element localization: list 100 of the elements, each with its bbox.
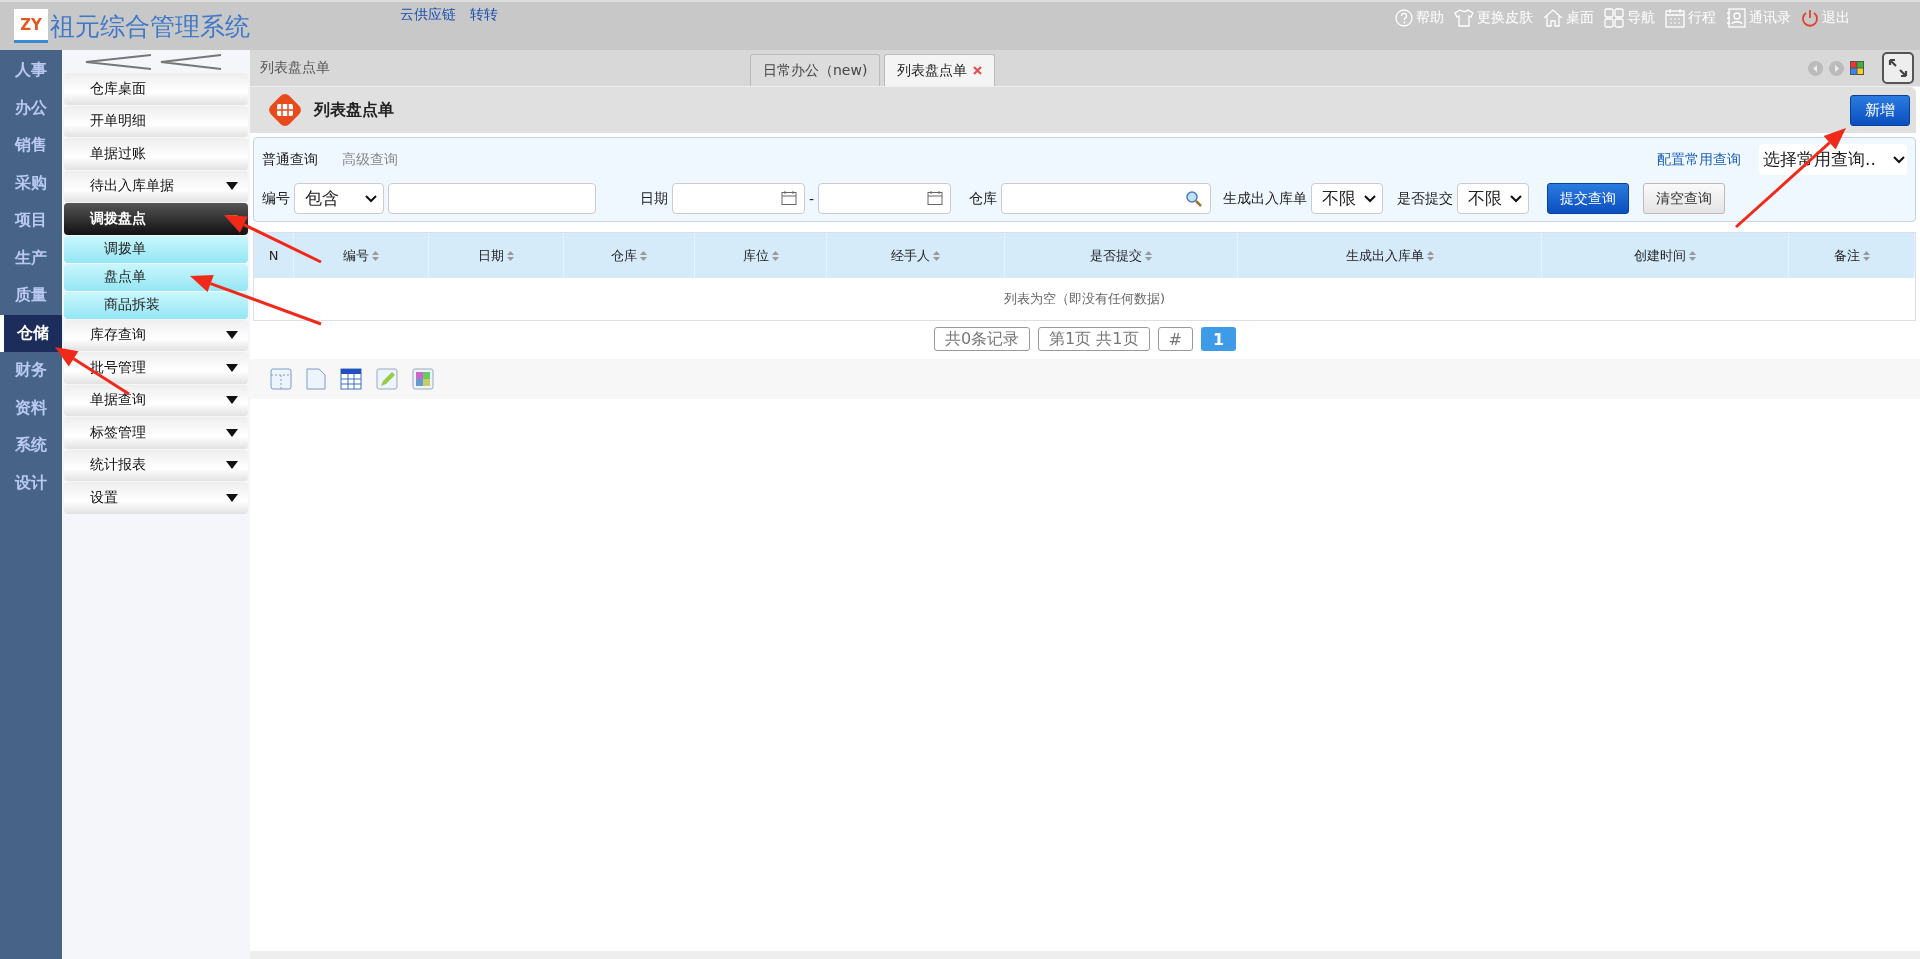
- table-icon[interactable]: [340, 368, 362, 390]
- module-tab[interactable]: 办公: [0, 89, 62, 127]
- sort-icon: [771, 250, 779, 261]
- sidebar-subitem[interactable]: 盘点单: [64, 263, 248, 291]
- caret-icon: [226, 396, 238, 405]
- top-link[interactable]: 云供应链: [400, 6, 456, 24]
- sort-icon: [933, 250, 940, 261]
- column-header[interactable]: 仓库: [564, 233, 695, 278]
- chevron-down-icon: [1510, 194, 1523, 203]
- date-to-field[interactable]: [818, 183, 952, 214]
- chevron-down-icon: [1893, 155, 1905, 164]
- submit-query-button[interactable]: 提交查询: [1547, 183, 1630, 214]
- sidebar-group[interactable]: 待出入库单据: [64, 170, 248, 202]
- sidebar-group[interactable]: 单据查询: [64, 384, 248, 416]
- module-tab[interactable]: 设计: [0, 464, 62, 502]
- fullscreen-button[interactable]: [1882, 52, 1914, 84]
- home-icon: [1543, 9, 1563, 27]
- dashed-grid-icon[interactable]: [270, 368, 292, 390]
- warehouse-field[interactable]: [1001, 183, 1212, 214]
- caret-icon: [226, 331, 238, 340]
- close-icon[interactable]: [973, 66, 983, 75]
- tiles-icon[interactable]: [1850, 61, 1864, 75]
- field-label: 编号: [262, 189, 290, 208]
- top-link[interactable]: 转转: [470, 6, 498, 24]
- sidebar-group[interactable]: 批号管理: [64, 352, 248, 384]
- module-tab[interactable]: 质量: [0, 277, 62, 315]
- module-tab[interactable]: 系统: [0, 427, 62, 465]
- module-tab[interactable]: 销售: [0, 127, 62, 165]
- page-title: 列表盘点单: [314, 99, 394, 121]
- sidebar-subitem[interactable]: 调拨单: [64, 235, 248, 263]
- sidebar-item[interactable]: 开单明细: [64, 105, 248, 137]
- calendar-icon: [927, 190, 944, 206]
- help-icon: [1395, 9, 1413, 27]
- grid-icon: [1604, 8, 1624, 28]
- chevron-down-icon: [365, 194, 377, 203]
- module-tab[interactable]: 项目: [0, 202, 62, 240]
- column-header[interactable]: 库位: [695, 233, 827, 278]
- column-header[interactable]: 生成出入库单: [1238, 233, 1542, 278]
- puzzle-icon[interactable]: [412, 368, 434, 390]
- empty-message: 列表为空（即没有任何数据): [1003, 290, 1166, 308]
- config-query-link[interactable]: 配置常用查询: [1657, 150, 1741, 169]
- sort-icon: [1689, 250, 1696, 261]
- caret-icon: [226, 182, 238, 191]
- generated-select[interactable]: 不限: [1311, 183, 1384, 214]
- sort-icon: [507, 250, 514, 261]
- sort-icon: [1426, 250, 1434, 261]
- column-header[interactable]: 经手人: [827, 233, 1005, 278]
- field-label: 生成出入库单: [1223, 189, 1308, 208]
- calendar-icon: [1665, 8, 1685, 28]
- search-icon: [1185, 190, 1204, 208]
- sort-icon: [640, 250, 647, 261]
- sidebar-item[interactable]: 单据过账: [64, 138, 248, 170]
- arrow-right-icon[interactable]: [1829, 60, 1844, 76]
- shirt-icon: [1454, 9, 1474, 27]
- caret-icon: [226, 363, 238, 372]
- pencil-icon[interactable]: [376, 368, 398, 390]
- date-separator: -: [809, 190, 815, 207]
- app-title: 祖元综合管理系统: [50, 10, 250, 43]
- caret-icon: [226, 461, 238, 470]
- page-tab[interactable]: 日常办公（new): [750, 54, 881, 86]
- module-tab[interactable]: 生产: [0, 239, 62, 277]
- sidebar-group[interactable]: 调拨盘点: [64, 203, 248, 235]
- module-tab[interactable]: 人事: [0, 52, 62, 90]
- query-mode-tab[interactable]: 普通查询: [262, 150, 318, 169]
- page-icon[interactable]: [306, 368, 326, 390]
- column-header[interactable]: 是否提交: [1005, 233, 1238, 278]
- chevron-down-icon: [1364, 194, 1377, 203]
- logo: ZY: [14, 9, 48, 43]
- operator-select[interactable]: 包含: [294, 183, 384, 214]
- page-tab[interactable]: 列表盘点单: [884, 54, 996, 86]
- arrow-left-icon[interactable]: [1808, 60, 1823, 76]
- page-jump[interactable]: #: [1157, 327, 1193, 351]
- clear-query-button[interactable]: 清空查询: [1643, 183, 1726, 214]
- sidebar-item[interactable]: 仓库桌面: [64, 73, 248, 105]
- submitted-select[interactable]: 不限: [1457, 183, 1530, 214]
- record-count: 共0条记录: [933, 327, 1031, 351]
- power-icon: [1801, 9, 1819, 27]
- column-header[interactable]: 编号: [294, 233, 429, 278]
- sidebar-group[interactable]: 标签管理: [64, 417, 248, 449]
- column-header[interactable]: 创建时间: [1542, 233, 1789, 278]
- column-header[interactable]: N: [254, 233, 294, 278]
- sort-icon: [372, 250, 379, 261]
- add-button[interactable]: 新增: [1850, 94, 1910, 126]
- sidebar-group[interactable]: 统计报表: [64, 449, 248, 481]
- module-tab[interactable]: 财务: [0, 352, 62, 390]
- date-from-field[interactable]: [672, 183, 805, 214]
- sidebar-group[interactable]: 设置: [64, 482, 248, 514]
- caret-icon: [226, 493, 238, 502]
- module-tab[interactable]: 资料: [0, 389, 62, 427]
- sort-icon: [1145, 250, 1152, 261]
- module-tab[interactable]: 仓储: [0, 314, 62, 352]
- sidebar-subitem[interactable]: 商品拆装: [64, 291, 248, 319]
- column-header[interactable]: 日期: [429, 233, 564, 278]
- calendar-icon: [781, 190, 797, 206]
- field-label: 是否提交: [1397, 189, 1454, 208]
- contact-card-icon: [1726, 8, 1746, 28]
- code-input[interactable]: [388, 183, 596, 214]
- module-tab[interactable]: 采购: [0, 164, 62, 202]
- column-header[interactable]: 备注: [1789, 233, 1915, 278]
- sidebar-group[interactable]: 库存查询: [64, 319, 248, 351]
